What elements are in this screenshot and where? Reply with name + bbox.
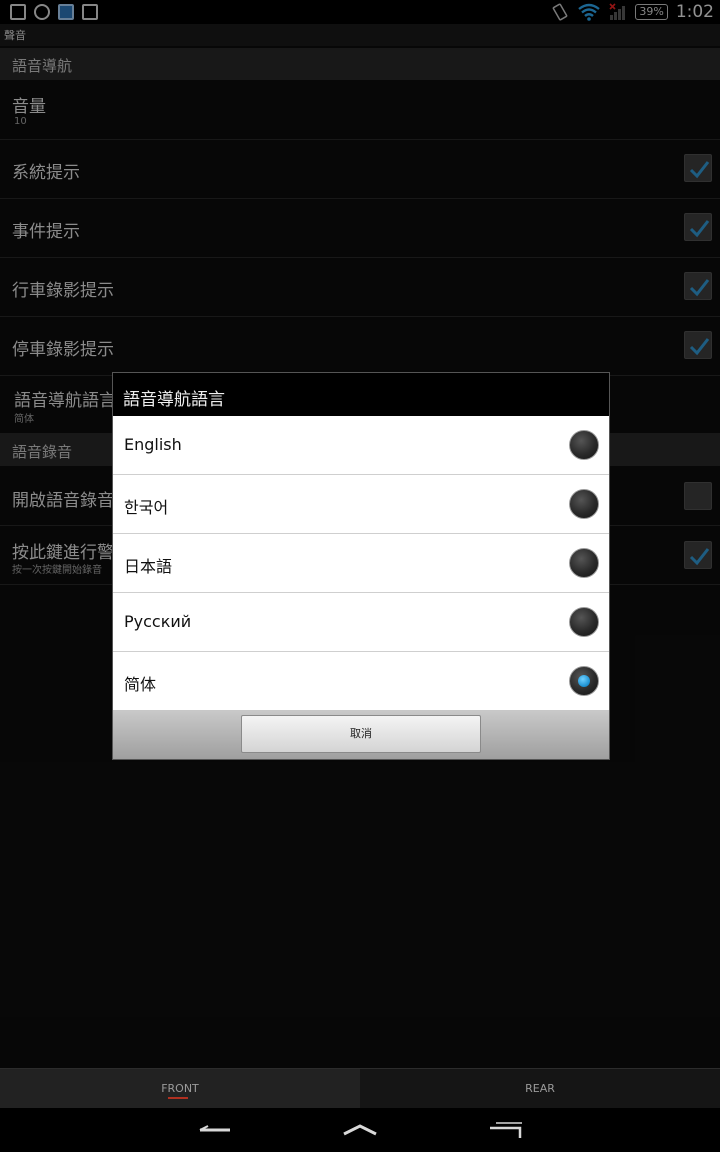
cancel-button[interactable]: 取消: [241, 715, 481, 753]
option-label: English: [124, 435, 182, 454]
dialog-footer: 取消: [113, 710, 609, 759]
tab-front[interactable]: FRONT: [0, 1069, 360, 1109]
option-english[interactable]: English: [113, 416, 609, 475]
radio-button[interactable]: [569, 489, 599, 519]
option-simplified-chinese[interactable]: 简体: [113, 652, 609, 711]
radio-button[interactable]: [569, 430, 599, 460]
option-label: 한국어: [124, 498, 169, 517]
option-russian[interactable]: Русский: [113, 593, 609, 652]
back-icon[interactable]: [190, 1116, 240, 1144]
navigation-bar: [0, 1108, 720, 1152]
tab-label: REAR: [525, 1082, 555, 1095]
tab-rear[interactable]: REAR: [360, 1069, 720, 1109]
language-dialog: 語音導航語言 English 한국어 日本語 Русский 简体 取消: [112, 372, 610, 760]
option-japanese[interactable]: 日本語: [113, 534, 609, 593]
option-korean[interactable]: 한국어: [113, 475, 609, 534]
screen: 39% 1:02 聲音 語音導航 音量 10 系統提示 事件提示 行車錄影提示 …: [0, 0, 720, 1152]
tab-indicator: [168, 1097, 188, 1099]
dialog-title-bar: 語音導航語言: [113, 373, 609, 416]
recent-apps-icon[interactable]: [480, 1116, 530, 1144]
option-label: 日本語: [124, 557, 173, 576]
radio-button-selected[interactable]: [569, 666, 599, 696]
home-icon[interactable]: [335, 1116, 385, 1144]
dialog-title: 語音導航語言: [123, 390, 225, 410]
option-label: Русский: [124, 612, 192, 631]
radio-button[interactable]: [569, 607, 599, 637]
camera-tabs: FRONT REAR: [0, 1068, 720, 1109]
radio-button[interactable]: [569, 548, 599, 578]
tab-label: FRONT: [161, 1082, 199, 1095]
option-label: 简体: [124, 675, 157, 694]
